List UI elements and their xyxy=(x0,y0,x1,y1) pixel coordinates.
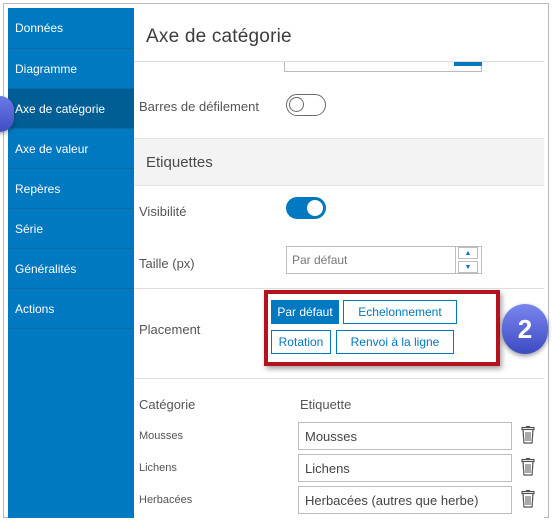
settings-panel: Axe de catégorie Barres de défilement Et… xyxy=(134,8,544,518)
visibility-label: Visibilité xyxy=(139,204,187,219)
category-label-value: Mousses xyxy=(305,428,358,444)
sidebar-item-actions[interactable]: Actions xyxy=(8,289,134,329)
trash-icon[interactable] xyxy=(520,458,536,476)
size-input-placeholder: Par défaut xyxy=(292,253,348,267)
trash-icon[interactable] xyxy=(520,490,536,508)
sidebar-item-diagramme[interactable]: Diagramme xyxy=(8,49,134,89)
scrollbars-label: Barres de défilement xyxy=(139,99,259,114)
divider xyxy=(134,378,544,379)
sidebar-item-axe-de-categorie[interactable]: Axe de catégorie xyxy=(8,89,134,129)
category-name: Lichens xyxy=(139,462,177,474)
sidebar: Données Diagramme Axe de catégorie Axe d… xyxy=(8,8,134,518)
stepper-down-icon[interactable]: ▼ xyxy=(458,261,478,273)
scrollbars-toggle[interactable] xyxy=(286,94,326,116)
placement-option-rotation[interactable]: Rotation xyxy=(271,330,331,354)
trash-icon[interactable] xyxy=(520,426,536,444)
placement-highlight-callout: Par défaut Echelonnement Rotation Renvoi… xyxy=(264,290,500,366)
sidebar-item-reperes[interactable]: Repères xyxy=(8,169,134,209)
labels-section-header: Etiquettes xyxy=(134,138,544,186)
category-name: Mousses xyxy=(139,430,184,442)
category-label-input[interactable]: Mousses xyxy=(298,422,512,450)
placement-option-par-defaut[interactable]: Par défaut xyxy=(271,300,339,324)
sidebar-item-donnees[interactable]: Données xyxy=(8,8,134,49)
label-column-header: Etiquette xyxy=(300,397,352,412)
visibility-toggle[interactable] xyxy=(286,197,326,219)
category-name: Herbacées xyxy=(139,494,193,506)
size-input[interactable]: Par défaut ▲ ▼ xyxy=(286,246,482,274)
category-column-header: Catégorie xyxy=(139,397,196,412)
category-label-input[interactable]: Lichens xyxy=(298,454,512,482)
sidebar-item-serie[interactable]: Série xyxy=(8,209,134,249)
category-label-value: Herbacées (autres que herbe) xyxy=(305,492,479,508)
placement-option-renvoi[interactable]: Renvoi à la ligne xyxy=(336,330,454,354)
size-label: Taille (px) xyxy=(139,256,195,271)
labels-section-title: Etiquettes xyxy=(146,154,213,171)
size-stepper: ▲ ▼ xyxy=(455,247,481,273)
category-label-value: Lichens xyxy=(305,460,350,476)
sidebar-item-axe-de-valeur[interactable]: Axe de valeur xyxy=(8,129,134,169)
page-title: Axe de catégorie xyxy=(146,26,292,47)
stepper-up-icon[interactable]: ▲ xyxy=(458,247,478,259)
panel-header: Axe de catégorie xyxy=(134,8,544,62)
divider xyxy=(134,288,544,289)
category-label-input[interactable]: Herbacées (autres que herbe) xyxy=(298,486,512,514)
placement-label: Placement xyxy=(139,322,201,337)
scrolled-input-remnant xyxy=(284,62,482,72)
placement-option-echelonnement[interactable]: Echelonnement xyxy=(343,300,457,324)
sidebar-item-generalites[interactable]: Généralités xyxy=(8,249,134,289)
callout-number-badge: 2 xyxy=(502,304,548,354)
